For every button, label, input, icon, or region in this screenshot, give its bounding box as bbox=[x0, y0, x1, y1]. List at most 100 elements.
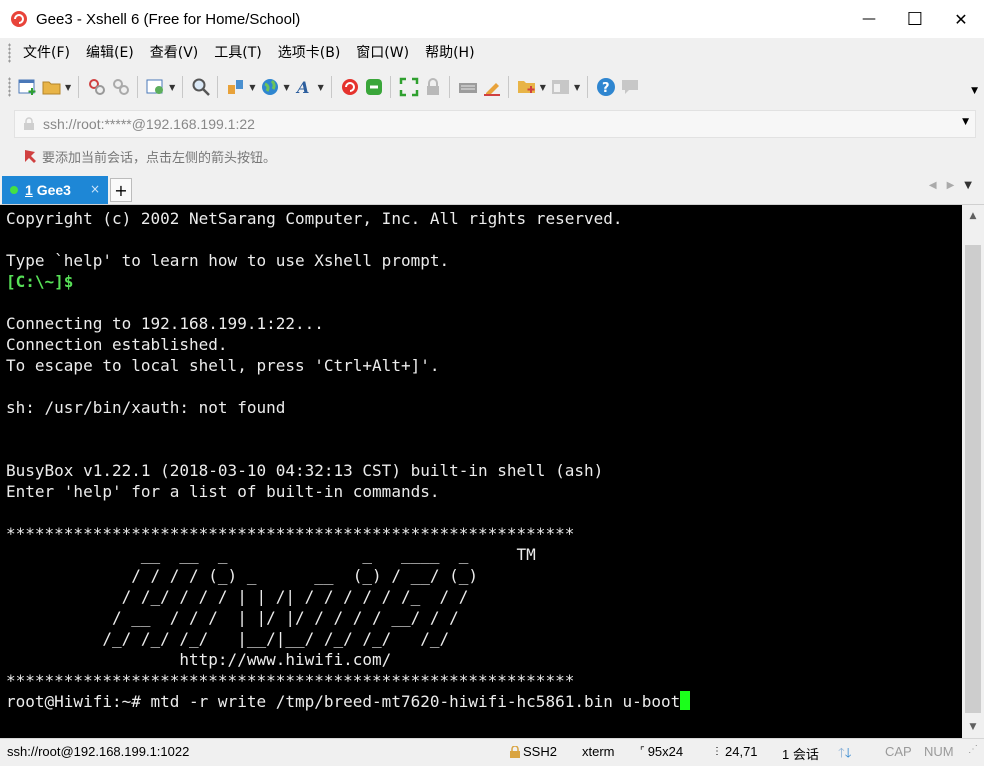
find-icon bbox=[190, 76, 212, 98]
xshell-icon bbox=[339, 76, 361, 98]
menu-file[interactable]: 文件(F) bbox=[15, 41, 78, 65]
globe-icon bbox=[259, 76, 281, 98]
minimize-button[interactable]: — bbox=[846, 0, 892, 38]
menu-view[interactable]: 查看(V) bbox=[142, 41, 207, 65]
tab-label: 1 Gee3 bbox=[25, 182, 71, 198]
status-transfer-arrows: 🡑 🡓 bbox=[838, 744, 852, 766]
compose-icon bbox=[516, 76, 538, 98]
svg-text:?: ? bbox=[602, 81, 610, 96]
menu-help[interactable]: 帮助(H) bbox=[417, 41, 482, 65]
transfer-button[interactable]: ▼ bbox=[225, 74, 257, 100]
terminal-line: http://www.hiwifi.com/ bbox=[6, 650, 392, 669]
tab-strip: 1 Gee3 × + ◀ ▶ ▼ bbox=[0, 174, 984, 205]
tab-close-icon[interactable]: × bbox=[90, 182, 100, 196]
scrollbar-thumb[interactable] bbox=[965, 245, 981, 713]
terminal-line: /_/ /_/ /_/ |__/|__/ /_/ /_/ /_/ bbox=[6, 629, 450, 648]
xshell-app-icon bbox=[10, 10, 28, 28]
toolbar-separator bbox=[389, 76, 391, 98]
status-num-lock: NUM bbox=[924, 744, 954, 759]
status-protocol: SSH2 bbox=[510, 744, 557, 759]
address-bar-row: ssh://root:*****@192.168.199.1:22 ▼ bbox=[0, 106, 984, 140]
status-term-type: xterm bbox=[582, 744, 615, 759]
session-hint-bar: 要添加当前会话，点击左侧的箭头按钮。 bbox=[0, 140, 984, 172]
tab-navigation: ◀ ▶ ▼ bbox=[929, 180, 972, 191]
help-button[interactable]: ? bbox=[595, 74, 617, 100]
title-bar: Gee3 - Xshell 6 (Free for Home/School) —… bbox=[0, 0, 984, 38]
resize-grip-icon[interactable]: ⋰ bbox=[968, 744, 978, 755]
scroll-up-icon[interactable]: ▲ bbox=[962, 205, 984, 227]
layout-button[interactable]: ▼ bbox=[550, 74, 582, 100]
globe-button[interactable]: ▼ bbox=[259, 74, 291, 100]
open-session-button[interactable]: ▼ bbox=[41, 74, 73, 100]
size-icon: ⌜ bbox=[640, 746, 645, 757]
terminal-line: BusyBox v1.22.1 (2018-03-10 04:32:13 CST… bbox=[6, 461, 604, 480]
toolbar-separator bbox=[587, 76, 589, 98]
lock-button[interactable] bbox=[422, 74, 444, 100]
properties-icon bbox=[145, 76, 167, 98]
connected-status-icon bbox=[10, 186, 18, 194]
tab-name: Gee3 bbox=[36, 182, 71, 198]
address-bar[interactable]: ssh://root:*****@192.168.199.1:22 ▼ bbox=[14, 110, 976, 138]
maximize-button[interactable]: ☐ bbox=[892, 0, 938, 38]
toolbar-separator bbox=[217, 76, 219, 98]
toolbar-separator bbox=[330, 76, 332, 98]
new-tab-button[interactable]: + bbox=[110, 178, 132, 202]
terminal-line: Connecting to 192.168.199.1:22... bbox=[6, 314, 324, 333]
close-button[interactable]: ✕ bbox=[938, 0, 984, 38]
menu-bar: 文件(F) 编辑(E) 查看(V) 工具(T) 选项卡(B) 窗口(W) 帮助(… bbox=[0, 38, 984, 68]
connect-icon bbox=[86, 76, 108, 98]
menu-tabs[interactable]: 选项卡(B) bbox=[270, 41, 349, 65]
disconnect-button[interactable] bbox=[110, 74, 132, 100]
terminal-view[interactable]: Copyright (c) 2002 NetSarang Computer, I… bbox=[0, 205, 962, 738]
toolbar-separator bbox=[507, 76, 509, 98]
compose-button[interactable]: ▼ bbox=[516, 74, 548, 100]
properties-button[interactable]: ▼ bbox=[145, 74, 177, 100]
help-icon: ? bbox=[595, 76, 617, 98]
status-sessions: 1 会话 bbox=[782, 747, 819, 762]
terminal-cursor bbox=[680, 691, 691, 710]
menu-edit[interactable]: 编辑(E) bbox=[78, 41, 142, 65]
tab-gee3[interactable]: 1 Gee3 × bbox=[2, 176, 108, 204]
toolbar-separator bbox=[78, 76, 80, 98]
xftp-button[interactable] bbox=[363, 74, 385, 100]
tab-list-icon[interactable]: ▼ bbox=[964, 180, 972, 191]
font-icon: A bbox=[294, 76, 316, 98]
menu-tools[interactable]: 工具(T) bbox=[206, 41, 269, 65]
highlight-button[interactable] bbox=[481, 74, 503, 100]
address-input[interactable]: ssh://root:*****@192.168.199.1:22 bbox=[43, 116, 255, 132]
toolbar-separator bbox=[137, 76, 139, 98]
tab-prev-icon[interactable]: ◀ bbox=[929, 180, 937, 191]
up-arrow-icon: 🡑 bbox=[838, 745, 845, 760]
new-session-button[interactable] bbox=[17, 74, 39, 100]
dropdown-icon: ▼ bbox=[573, 82, 581, 92]
fullscreen-button[interactable] bbox=[398, 74, 420, 100]
toolbar-separator bbox=[182, 76, 184, 98]
toolbar: ▼ ▼ ▼ ▼ A ▼ ▼ ▼ ? ▼ bbox=[0, 68, 984, 106]
toolbar-overflow-icon[interactable]: ▼ bbox=[971, 86, 978, 96]
terminal-line: Type `help' to learn how to use Xshell p… bbox=[6, 251, 450, 270]
add-session-arrow-icon[interactable] bbox=[22, 148, 38, 164]
terminal-scrollbar[interactable]: ▲ ▼ bbox=[962, 205, 984, 738]
terminal-line: ****************************************… bbox=[6, 524, 575, 543]
font-button[interactable]: A ▼ bbox=[294, 74, 326, 100]
highlight-icon bbox=[481, 76, 503, 98]
xshell-button[interactable] bbox=[339, 74, 361, 100]
dropdown-icon: ▼ bbox=[249, 82, 256, 92]
chat-button[interactable] bbox=[619, 74, 641, 100]
connect-button[interactable] bbox=[86, 74, 108, 100]
terminal-line: __ __ _ _ ____ _ TM bbox=[6, 545, 536, 564]
status-bar: ssh://root@192.168.199.1:1022 SSH2 xterm… bbox=[0, 738, 984, 766]
terminal-output: Copyright (c) 2002 NetSarang Computer, I… bbox=[0, 205, 962, 712]
layout-icon bbox=[550, 76, 572, 98]
keyboard-button[interactable] bbox=[457, 74, 479, 100]
menu-window[interactable]: 窗口(W) bbox=[348, 41, 417, 65]
scroll-down-icon[interactable]: ▼ bbox=[962, 716, 984, 738]
lock-icon bbox=[422, 76, 444, 98]
minimize-icon: — bbox=[862, 11, 876, 27]
tab-next-icon[interactable]: ▶ bbox=[947, 180, 955, 191]
status-connection: ssh://root@192.168.199.1:1022 bbox=[7, 744, 190, 759]
address-dropdown-icon[interactable]: ▼ bbox=[962, 117, 969, 127]
lock-icon bbox=[23, 117, 35, 131]
find-button[interactable] bbox=[190, 74, 212, 100]
terminal-line: sh: /usr/bin/xauth: not found bbox=[6, 398, 286, 417]
